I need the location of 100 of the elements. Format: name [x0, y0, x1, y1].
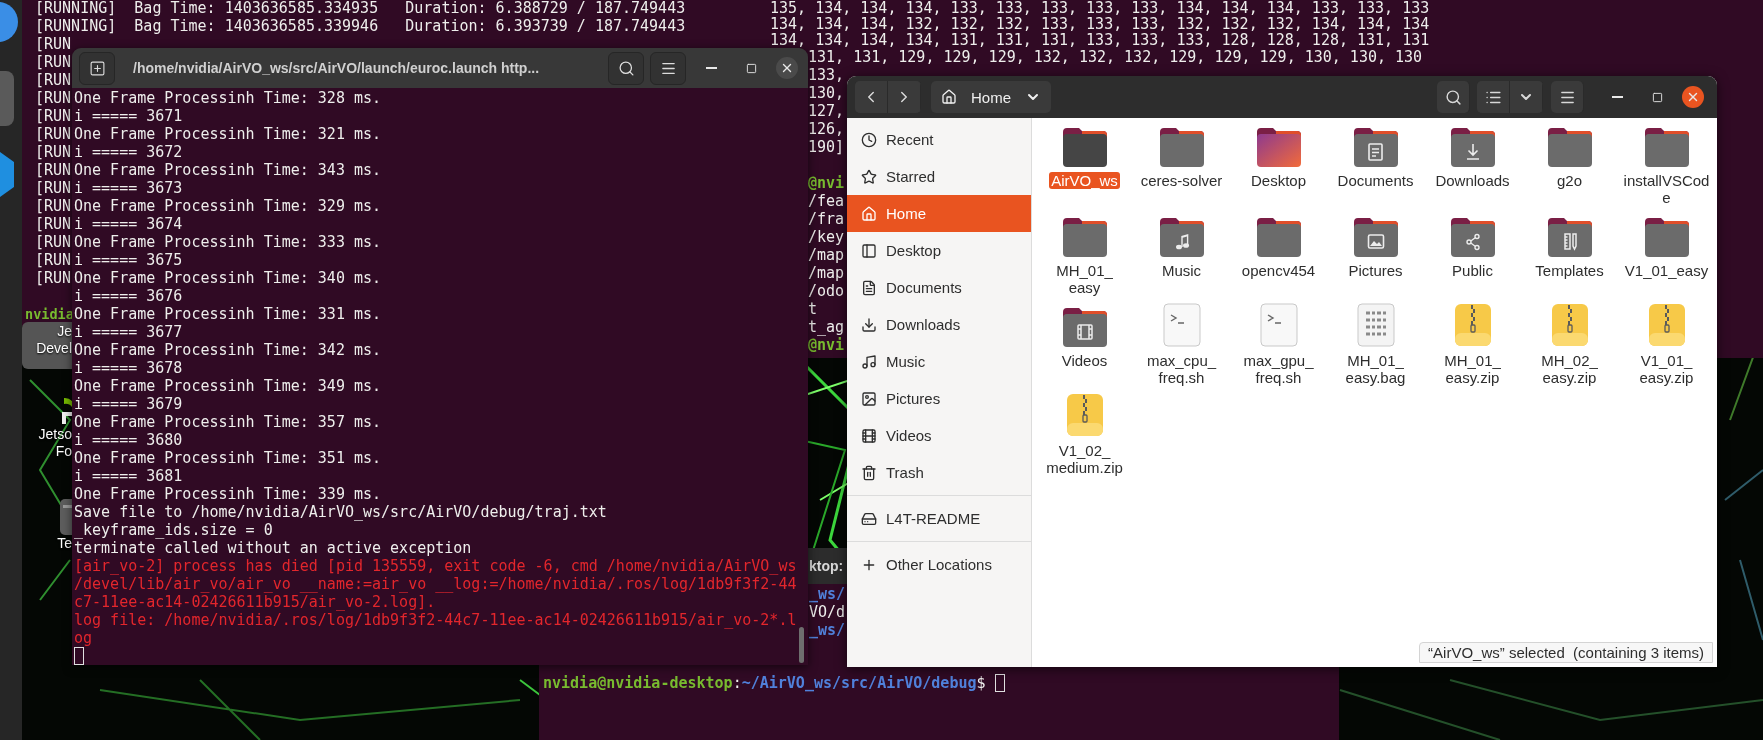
sidebar-item[interactable]: Music [847, 343, 1031, 380]
sidebar-item[interactable]: Other Locations [847, 546, 1031, 583]
home-icon [861, 205, 877, 222]
search-button[interactable] [608, 51, 644, 85]
script-file-icon [1259, 303, 1298, 347]
film-icon [861, 427, 877, 444]
maximize-icon [745, 62, 757, 74]
folder-icon [1158, 127, 1205, 167]
sidebar-item[interactable]: Recent [847, 121, 1031, 158]
icon-label[interactable]: Je [57, 323, 72, 340]
terminal-line: i ===== 3679 [74, 395, 183, 413]
terminal-line: t [808, 300, 818, 318]
app-icon [60, 499, 72, 535]
terminal-line: _ws/ [809, 585, 846, 603]
search-icon [1444, 88, 1462, 106]
maximize-icon [1651, 91, 1663, 103]
new-tab-button[interactable] [79, 51, 115, 85]
file-name[interactable]: MH_01_easy [1039, 262, 1130, 296]
sidebar-item[interactable]: Trash [847, 454, 1031, 491]
sidebar-item[interactable]: Home [847, 195, 1031, 232]
terminal-line: @nvi [808, 174, 845, 192]
sidebar-item[interactable]: Videos [847, 417, 1031, 454]
terminal-line: /map [808, 264, 845, 282]
terminal-line: 133, [808, 66, 845, 84]
terminal-line: /odo [808, 282, 845, 300]
terminal-line: [RUNNING] Bag Time: 1403636585.339946 Duration: 6.393739 / 187.749443 [35, 17, 686, 35]
terminal-line: One Frame Processinh Time: 329 ms. [74, 197, 382, 215]
close-button[interactable] [776, 57, 798, 79]
terminal-line: [RUN [35, 251, 72, 269]
terminal-line: c7-11ee-ac14-02426611b915/air_vo-2.log]. [74, 593, 436, 611]
file-name[interactable]: V1_02_medium.zip [1039, 442, 1130, 476]
terminal-line: One Frame Processinh Time: 357 ms. [74, 413, 382, 431]
sidebar-item[interactable]: Downloads [847, 306, 1031, 343]
terminal-line: One Frame Processinh Time: 328 ms. [74, 89, 382, 107]
terminal-line: i ===== 3676 [74, 287, 183, 305]
clock-icon [861, 131, 877, 148]
folder-icon [1643, 127, 1690, 167]
terminal-line: @nvi [808, 336, 845, 354]
file-name[interactable]: MH_01_easy.zip [1427, 352, 1518, 386]
file-name[interactable]: V1_01_easy [1622, 262, 1711, 279]
terminal-line: 130, [808, 84, 845, 102]
file-name[interactable]: opencv454 [1239, 262, 1318, 279]
terminal-line: [RUN [35, 125, 72, 143]
file-name[interactable]: Templates [1533, 262, 1606, 279]
file-name[interactable]: Documents [1335, 172, 1416, 189]
terminal-line: i ===== 3680 [74, 431, 183, 449]
sidebar-item[interactable]: L4T-README [847, 500, 1031, 537]
sidebar-item[interactable]: Desktop [847, 232, 1031, 269]
terminal-line: i ===== 3675 [74, 251, 183, 269]
image-icon [861, 390, 877, 407]
terminal-line: /fea [808, 192, 845, 210]
terminal-line: [RUN [35, 161, 72, 179]
file-name[interactable]: AirVO_ws [1049, 172, 1120, 189]
close-button[interactable] [1682, 86, 1704, 108]
sidebar-item[interactable]: Starred [847, 158, 1031, 195]
archive-file-icon [1647, 303, 1686, 347]
search-button[interactable] [1437, 81, 1470, 113]
file-name[interactable]: installVSCode [1621, 172, 1712, 206]
icon-label[interactable]: Fo [55, 443, 72, 460]
file-name[interactable]: MH_02_easy.zip [1524, 352, 1615, 386]
close-icon [1686, 90, 1700, 104]
icon-label[interactable]: Te [57, 535, 72, 552]
file-name[interactable]: max_cpu_freq.sh [1136, 352, 1227, 386]
terminal-line: i ===== 3678 [74, 359, 183, 377]
file-name[interactable]: Pictures [1346, 262, 1405, 279]
location-button[interactable]: Home [931, 81, 1051, 113]
terminal-line: /fra [808, 210, 845, 228]
file-name[interactable]: Music [1159, 262, 1204, 279]
data-file-icon [1356, 303, 1395, 347]
desktop-folder-icon [1255, 127, 1302, 167]
terminal-line: nvidia [25, 305, 74, 323]
file-name[interactable]: Desktop [1249, 172, 1308, 189]
file-name[interactable]: MH_01_easy.bag [1330, 352, 1421, 386]
folder-icon [1546, 127, 1593, 167]
script-file-icon [1162, 303, 1201, 347]
terminal-line: /key [808, 228, 845, 246]
file-name[interactable]: ceres-solver [1138, 172, 1225, 189]
menu-button[interactable] [1551, 81, 1584, 113]
menu-button[interactable] [650, 51, 686, 85]
videos-folder-icon [1061, 307, 1108, 347]
file-name[interactable]: Public [1450, 262, 1495, 279]
file-name[interactable]: g2o [1555, 172, 1584, 189]
folder-icon [1061, 217, 1108, 257]
home-icon [941, 89, 957, 105]
file-name[interactable]: max_gpu_freq.sh [1233, 352, 1324, 386]
icon-label[interactable]: Jetso [38, 426, 72, 443]
terminal-line: [RUN [35, 269, 72, 287]
document-icon [861, 279, 877, 296]
file-name[interactable]: Videos [1059, 352, 1110, 369]
terminal-line: /map [808, 246, 845, 264]
file-name[interactable]: Downloads [1433, 172, 1512, 189]
file-name[interactable]: V1_01_easy.zip [1621, 352, 1712, 386]
icon-label[interactable]: Devel [36, 340, 72, 357]
desktop-icon [861, 242, 877, 259]
sidebar-item[interactable]: Pictures [847, 380, 1031, 417]
app-icon [60, 396, 72, 426]
star-icon [861, 168, 877, 185]
desktop-icon[interactable]: Je Devel [22, 322, 72, 369]
archive-file-icon [1453, 303, 1492, 347]
sidebar-item[interactable]: Documents [847, 269, 1031, 306]
